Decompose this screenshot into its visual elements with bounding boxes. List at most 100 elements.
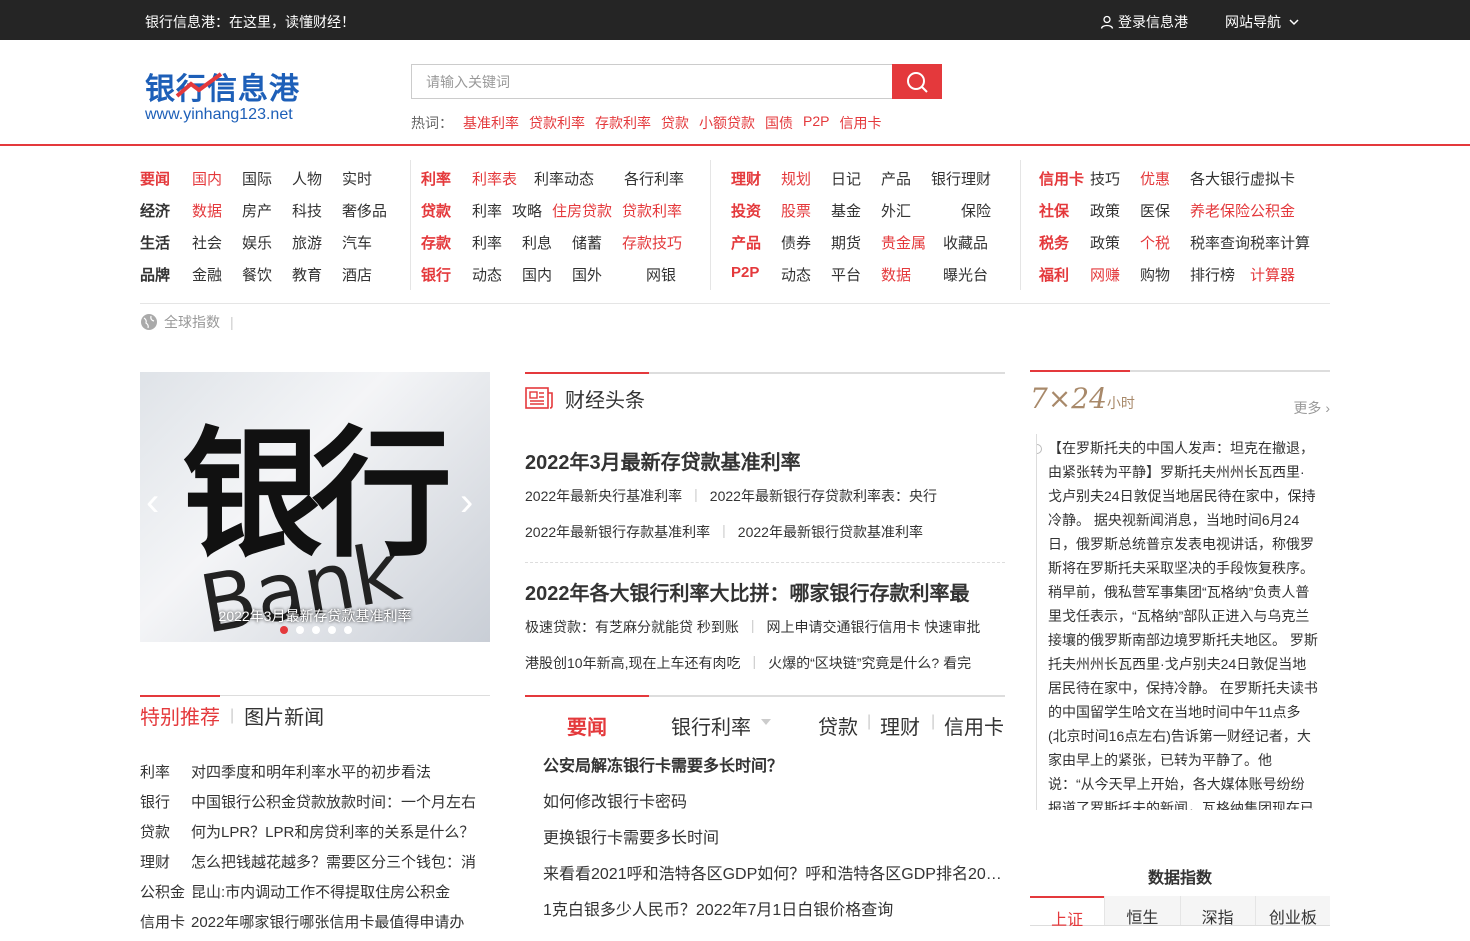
- list-item-title[interactable]: 对四季度和明年利率水平的初步看法: [191, 761, 431, 791]
- nav-category-head[interactable]: 银行: [421, 264, 451, 285]
- slider-prev-icon[interactable]: ‹: [146, 482, 170, 522]
- news-item[interactable]: 1克白银多少人民币？2022年7月1日白银价格查询: [543, 896, 1003, 932]
- news-item[interactable]: 如何修改银行卡密码: [543, 788, 1003, 824]
- nav-category-head[interactable]: 要闻: [140, 168, 170, 189]
- nav-category-head[interactable]: 理财: [731, 168, 761, 189]
- nav-link[interactable]: 贵金属: [881, 232, 926, 253]
- nav-link[interactable]: 国内: [522, 264, 552, 285]
- nav-link[interactable]: 网银: [646, 264, 676, 285]
- tab-shanghai[interactable]: 上证: [1030, 896, 1105, 929]
- nav-link[interactable]: 国内: [192, 168, 222, 189]
- nav-link[interactable]: 酒店: [342, 264, 372, 285]
- list-item[interactable]: 理财 怎么把钱越花越多？需要区分三个钱包：消: [140, 851, 490, 881]
- more-link[interactable]: 更多 ›: [1293, 398, 1330, 418]
- nav-link[interactable]: 房产: [242, 200, 272, 221]
- nav-link[interactable]: 存款技巧: [622, 232, 682, 253]
- list-item[interactable]: 信用卡 2022年哪家银行哪张信用卡最值得申请办: [140, 911, 490, 941]
- list-item-title[interactable]: 昆山:市内调动工作不得提取住房公积金: [191, 881, 450, 911]
- slider-dot[interactable]: [312, 626, 320, 634]
- hot-word[interactable]: P2P: [803, 113, 829, 133]
- nav-link[interactable]: 旅游: [292, 232, 322, 253]
- nav-link[interactable]: 医保: [1140, 200, 1170, 221]
- nav-link[interactable]: 利率动态: [534, 168, 594, 189]
- nav-link[interactable]: 动态: [781, 264, 811, 285]
- nav-link[interactable]: 银行理财: [931, 168, 991, 189]
- hot-word[interactable]: 信用卡: [839, 113, 881, 133]
- nav-link[interactable]: 各行利率: [624, 168, 684, 189]
- headline-link[interactable]: 网上申请交通银行信用卡 快速审批: [767, 617, 981, 641]
- list-item[interactable]: 银行 中国银行公积金贷款放款时间：一个月左右: [140, 791, 490, 821]
- nav-link[interactable]: 股票: [781, 200, 811, 221]
- nav-link[interactable]: 排行榜: [1190, 264, 1235, 285]
- hot-word[interactable]: 贷款: [661, 113, 689, 133]
- list-item-category[interactable]: 信用卡: [140, 911, 191, 941]
- nav-link[interactable]: 债券: [781, 232, 811, 253]
- nav-link[interactable]: 日记: [831, 168, 861, 189]
- list-item-category[interactable]: 贷款: [140, 821, 191, 851]
- nav-link[interactable]: 数据: [881, 264, 911, 285]
- tab-hangseng[interactable]: 恒生: [1104, 896, 1180, 927]
- nav-link[interactable]: 优惠: [1140, 168, 1170, 189]
- hot-word[interactable]: 小额贷款: [699, 113, 755, 133]
- nav-link[interactable]: 利率: [472, 232, 502, 253]
- image-slider[interactable]: 银行 Bank ‹ › 2022年3月最新存贷款基准利率: [140, 372, 490, 642]
- nav-link[interactable]: 外汇: [881, 200, 911, 221]
- nav-category-head[interactable]: 利率: [421, 168, 451, 189]
- list-item-title[interactable]: 怎么把钱越花越多？需要区分三个钱包：消: [191, 851, 476, 881]
- nav-category-head[interactable]: 生活: [140, 232, 170, 253]
- hot-word[interactable]: 存款利率: [595, 113, 651, 133]
- nav-category-head[interactable]: 社保: [1039, 200, 1069, 221]
- slider-next-icon[interactable]: ›: [460, 482, 484, 522]
- nav-category-head[interactable]: 投资: [731, 200, 761, 221]
- nav-category-head[interactable]: 存款: [421, 232, 451, 253]
- tab-credit-card[interactable]: 信用卡: [944, 711, 1004, 740]
- nav-link[interactable]: 网赚: [1090, 264, 1120, 285]
- nav-link[interactable]: 汽车: [342, 232, 372, 253]
- nav-category-head[interactable]: 信用卡: [1039, 168, 1084, 189]
- nav-link[interactable]: 教育: [292, 264, 322, 285]
- list-item-title[interactable]: 何为LPR？LPR和房贷利率的关系是什么？: [191, 821, 474, 851]
- headline-link[interactable]: 港股创10年新高,现在上车还有肉吃: [525, 653, 740, 677]
- nav-link[interactable]: 住房贷款: [552, 200, 612, 221]
- tab-photo-news[interactable]: 图片新闻: [244, 701, 324, 730]
- headline-link[interactable]: 极速贷款：有芝麻分就能贷 秒到账: [525, 617, 739, 641]
- nav-link[interactable]: 基金: [831, 200, 861, 221]
- nav-link[interactable]: 利率: [472, 200, 502, 221]
- nav-link[interactable]: 收藏品: [943, 232, 988, 253]
- nav-category-head[interactable]: 福利: [1039, 264, 1069, 285]
- slider-dot[interactable]: [280, 626, 288, 634]
- nav-link[interactable]: 税率查询: [1190, 232, 1250, 253]
- headline-title[interactable]: 2022年各大银行利率大比拼：哪家银行存款利率最: [525, 577, 1005, 605]
- nav-link[interactable]: 奢侈品: [342, 200, 387, 221]
- tab-special[interactable]: 特别推荐: [140, 701, 220, 730]
- list-item-category[interactable]: 银行: [140, 791, 191, 821]
- nav-category-head[interactable]: 贷款: [421, 200, 451, 221]
- nav-link[interactable]: 期货: [831, 232, 861, 253]
- tab-chinext[interactable]: 创业板: [1254, 896, 1330, 927]
- nav-link[interactable]: 数据: [192, 200, 222, 221]
- news-item[interactable]: 公安局解冻银行卡需要多长时间？: [543, 752, 1003, 788]
- headline-link[interactable]: 2022年最新银行存贷款利率表：央行: [710, 486, 937, 510]
- nav-link[interactable]: 购物: [1140, 264, 1170, 285]
- nav-link[interactable]: 各大银行: [1190, 168, 1250, 189]
- headline-title[interactable]: 2022年3月最新存贷款基准利率: [525, 446, 1005, 474]
- nav-link[interactable]: 实时: [342, 168, 372, 189]
- nav-category-head[interactable]: 税务: [1039, 232, 1069, 253]
- nav-category-head[interactable]: 产品: [731, 232, 761, 253]
- nav-link[interactable]: 娱乐: [242, 232, 272, 253]
- nav-link[interactable]: 贷款利率: [622, 200, 682, 221]
- nav-link[interactable]: 社会: [192, 232, 222, 253]
- list-item[interactable]: 利率 对四季度和明年利率水平的初步看法: [140, 761, 490, 791]
- news-item[interactable]: 来看看2021呼和浩特各区GDP如何？呼和浩特各区GDP排名2021: [543, 860, 1003, 896]
- nav-link[interactable]: 曝光台: [943, 264, 988, 285]
- timeline-text[interactable]: 【在罗斯托夫的中国人发声：坦克在撤退，由紧张转为平静】罗斯托夫州州长瓦西里·戈卢…: [1048, 436, 1318, 810]
- nav-link[interactable]: 利息: [522, 232, 552, 253]
- tab-loans[interactable]: 贷款: [818, 711, 858, 740]
- nav-link[interactable]: 个税: [1140, 232, 1170, 253]
- nav-link[interactable]: 餐饮: [242, 264, 272, 285]
- nav-link[interactable]: 国外: [572, 264, 602, 285]
- search-button[interactable]: [892, 64, 942, 99]
- login-link[interactable]: 登录信息港: [1100, 12, 1188, 32]
- nav-link[interactable]: 产品: [881, 168, 911, 189]
- headline-link[interactable]: 火爆的“区块链”究竟是什么? 看完: [768, 653, 971, 677]
